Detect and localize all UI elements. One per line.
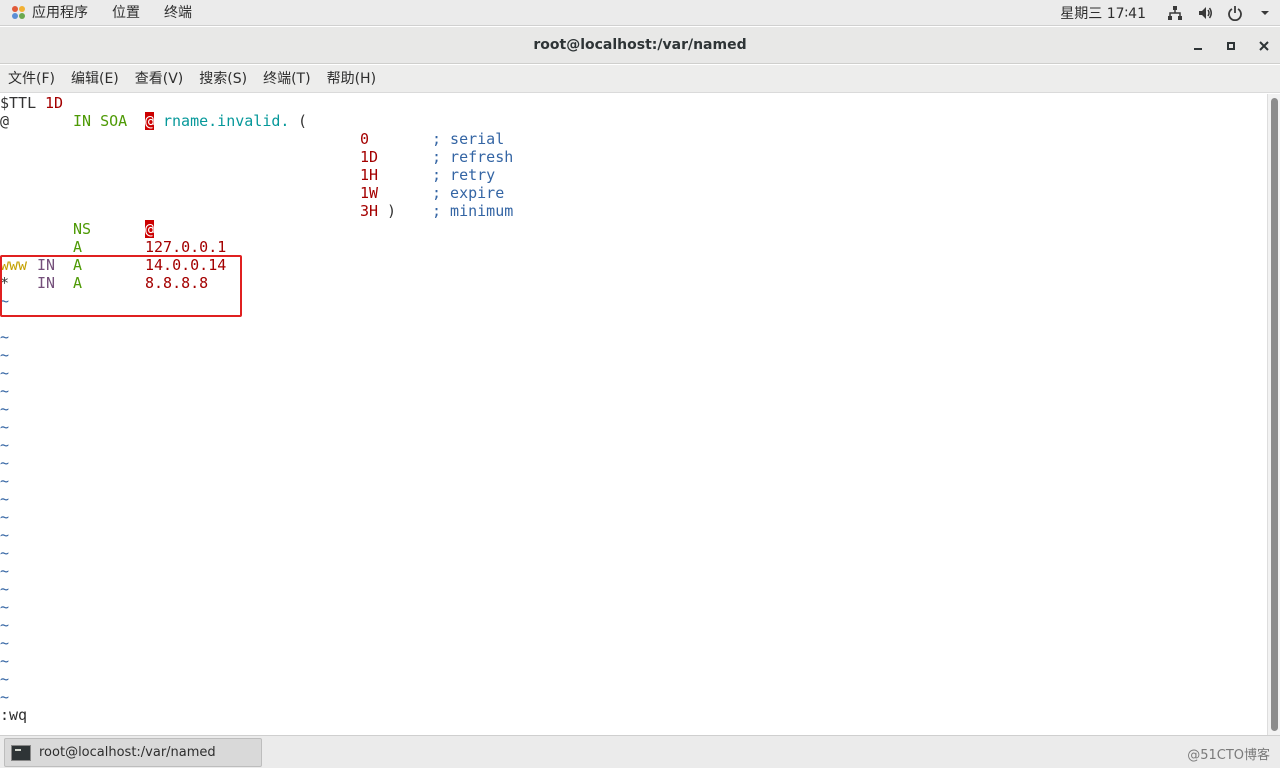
soa-at: @ [0, 112, 10, 130]
empty-line-marker: ~ [0, 436, 10, 454]
minimum-close-paren: ) [387, 202, 397, 220]
soa-rname: rname.invalid. [163, 112, 290, 130]
minimum-value: 3H [360, 202, 379, 220]
empty-line-marker: ~ [0, 598, 10, 616]
minimum-line: 3H ) ; minimum [0, 202, 513, 220]
ttl-line: $TTL 1D [0, 94, 63, 112]
applications-icon [12, 5, 26, 20]
empty-line-marker: ~ [0, 634, 10, 652]
ttl-keyword: $TTL [0, 94, 37, 112]
empty-line-marker: ~ [0, 400, 10, 418]
retry-value: 1H [360, 166, 379, 184]
refresh-value: 1D [360, 148, 379, 166]
taskbar-window-button[interactable]: root@localhost:/var/named [4, 738, 262, 767]
ns-type: NS [73, 220, 92, 238]
ns-line: NS @ [0, 220, 155, 238]
top-panel: 应用程序 位置 终端 星期三 17∶41 [0, 0, 1280, 26]
network-icon[interactable] [1160, 0, 1190, 26]
empty-line-marker: ~ [0, 562, 10, 580]
menu-help[interactable]: 帮助(H) [319, 65, 384, 93]
retry-line: 1H ; retry [0, 166, 495, 184]
empty-line-marker: ~ [0, 616, 10, 634]
empty-line-marker: ~ [0, 652, 10, 670]
expire-comment: ; expire [432, 184, 505, 202]
retry-comment: ; retry [432, 166, 496, 184]
window-title: root@localhost:/var/named [533, 37, 747, 53]
places-menu[interactable]: 位置 [100, 0, 152, 26]
expire-value: 1W [360, 184, 379, 202]
empty-line-marker: ~ [0, 364, 10, 382]
a-type: A [73, 238, 83, 256]
applications-label: 应用程序 [32, 4, 88, 21]
minimum-comment: ; minimum [432, 202, 514, 220]
scrollbar-thumb[interactable] [1271, 98, 1278, 731]
ns-value: @ [145, 220, 155, 238]
command-line[interactable]: :wq [0, 705, 27, 725]
empty-line-marker: ~ [0, 346, 10, 364]
empty-line-marker: ~ [0, 472, 10, 490]
empty-line-marker: ~ [0, 508, 10, 526]
terminal-scrollbar[interactable] [1267, 94, 1280, 735]
terminal-screen[interactable]: $TTL 1D @ IN SOA @ rname.invalid. ( 0 ; … [0, 94, 1267, 735]
bottom-taskbar: root@localhost:/var/named @51CTO博客 [0, 735, 1280, 768]
soa-in: IN SOA [73, 112, 128, 130]
empty-line-marker: ~ [0, 418, 10, 436]
empty-line-marker: ~ [0, 328, 10, 346]
window-titlebar[interactable]: root@localhost:/var/named [0, 27, 1280, 64]
menu-search[interactable]: 搜索(S) [191, 65, 255, 93]
empty-line-marker: ~ [0, 526, 10, 544]
maximize-button[interactable] [1214, 27, 1247, 64]
refresh-line: 1D ; refresh [0, 148, 513, 166]
system-menu-arrow-icon[interactable] [1250, 0, 1280, 26]
empty-line-marker: ~ [0, 490, 10, 508]
terminal-app-menu[interactable]: 终端 [152, 0, 204, 26]
expire-line: 1W ; expire [0, 184, 504, 202]
window-controls [1181, 27, 1280, 64]
empty-line-marker: ~ [0, 544, 10, 562]
annotation-highlight-box [0, 255, 242, 317]
menu-view[interactable]: 查看(V) [127, 65, 192, 93]
soa-open-paren: ( [298, 112, 308, 130]
serial-value: 0 [360, 130, 370, 148]
menu-bar: 文件(F) 编辑(E) 查看(V) 搜索(S) 终端(T) 帮助(H) [0, 65, 1280, 93]
empty-line-marker: ~ [0, 688, 10, 706]
watermark: @51CTO博客 [1187, 748, 1270, 763]
applications-menu[interactable]: 应用程序 [0, 0, 100, 26]
menu-edit[interactable]: 编辑(E) [63, 65, 127, 93]
empty-line-marker: ~ [0, 580, 10, 598]
close-button[interactable] [1247, 27, 1280, 64]
refresh-comment: ; refresh [432, 148, 514, 166]
taskbar-window-label: root@localhost:/var/named [39, 745, 216, 760]
soa-line: @ IN SOA @ rname.invalid. ( [0, 112, 307, 130]
soa-origin: @ [145, 112, 155, 130]
menu-file[interactable]: 文件(F) [0, 65, 63, 93]
serial-line: 0 ; serial [0, 130, 504, 148]
minimize-button[interactable] [1181, 27, 1214, 64]
empty-line-marker: ~ [0, 382, 10, 400]
empty-line-marker: ~ [0, 670, 10, 688]
menu-terminal[interactable]: 终端(T) [255, 65, 318, 93]
clock[interactable]: 星期三 17∶41 [1060, 3, 1160, 23]
terminal-icon [11, 744, 31, 761]
a-line: A 127.0.0.1 [0, 238, 226, 256]
a-value: 127.0.0.1 [145, 238, 227, 256]
volume-icon[interactable] [1190, 0, 1220, 26]
panel-status-area: 星期三 17∶41 [1060, 0, 1280, 26]
serial-comment: ; serial [432, 130, 505, 148]
ttl-value: 1D [45, 94, 64, 112]
empty-line-marker: ~ [0, 454, 10, 472]
power-icon[interactable] [1220, 0, 1250, 26]
